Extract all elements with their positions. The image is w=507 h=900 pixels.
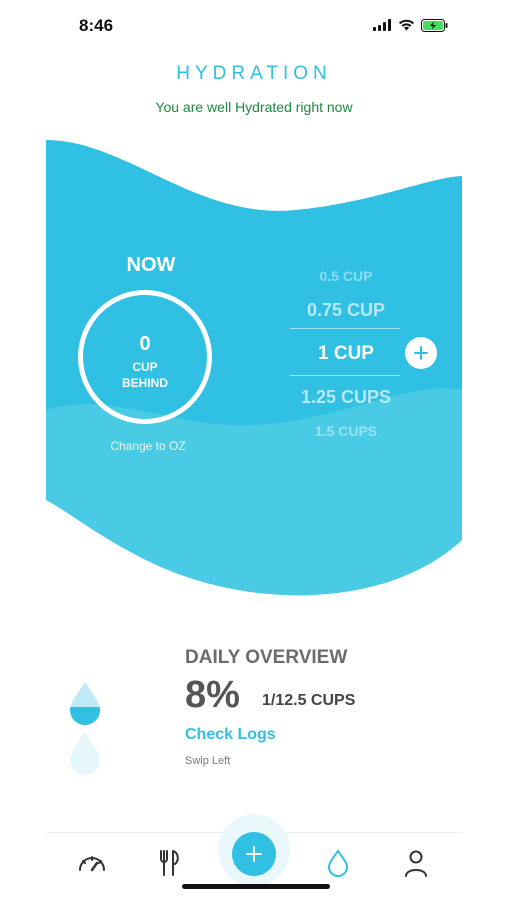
add-cup-button[interactable] xyxy=(405,337,437,369)
plus-icon xyxy=(414,346,428,360)
cups-behind-caption-line1: CUP xyxy=(132,360,158,374)
change-unit-link[interactable]: Change to OZ xyxy=(96,439,200,453)
hydration-status: You are well Hydrated right now xyxy=(155,99,353,115)
page-title: HYDRATION xyxy=(176,63,332,84)
tab-dashboard[interactable] xyxy=(76,847,108,879)
cup-option-selected[interactable]: 1 CUP xyxy=(276,343,416,365)
water-drop-empty-icon xyxy=(70,732,100,775)
wifi-icon xyxy=(399,19,414,31)
person-icon xyxy=(405,850,427,877)
daily-cups-count: 1/12.5 CUPS xyxy=(262,692,356,709)
status-bar: 8:46 xyxy=(46,0,462,50)
cup-size-picker[interactable]: 0.5 CUP 0.75 CUP 1 CUP 1.25 CUPS 1.5 CUP… xyxy=(276,255,421,450)
home-indicator xyxy=(182,884,330,889)
cup-option[interactable]: 1.25 CUPS xyxy=(276,387,416,408)
water-drop-filled-icon xyxy=(70,682,100,725)
now-label: NOW xyxy=(126,254,176,276)
cups-behind-caption-line2: BEHIND xyxy=(121,376,168,390)
cups-behind-caption: CUP BEHIND xyxy=(83,359,207,391)
swipe-hint: Swip Left xyxy=(185,755,231,767)
fork-knife-icon xyxy=(160,850,179,876)
daily-overview-title: DAILY OVERVIEW xyxy=(185,647,348,668)
tab-hydration[interactable] xyxy=(322,847,354,879)
app-screen: 8:46 HYDRATION You are well Hydrated rig… xyxy=(46,0,462,900)
check-logs-link[interactable]: Check Logs xyxy=(185,726,276,744)
cups-behind-value: 0 xyxy=(139,333,151,355)
picker-divider xyxy=(290,375,400,376)
tab-profile[interactable] xyxy=(400,847,432,879)
battery-charging-icon xyxy=(421,18,448,32)
cup-option[interactable]: 1.5 CUPS xyxy=(276,423,416,439)
plus-icon xyxy=(246,846,262,862)
water-drop-icon xyxy=(327,849,349,877)
speedometer-icon xyxy=(79,856,105,872)
status-icons xyxy=(373,16,448,34)
cups-behind-ring: 0 CUP BEHIND xyxy=(78,290,212,424)
signal-icon xyxy=(373,19,391,31)
add-entry-button[interactable] xyxy=(232,832,276,876)
cup-option[interactable]: 0.75 CUP xyxy=(276,300,416,321)
status-time: 8:46 xyxy=(79,16,114,35)
cup-option[interactable]: 0.5 CUP xyxy=(276,268,416,284)
picker-divider xyxy=(290,328,400,329)
tab-food[interactable] xyxy=(154,847,186,879)
daily-progress-percent: 8% xyxy=(185,674,240,716)
